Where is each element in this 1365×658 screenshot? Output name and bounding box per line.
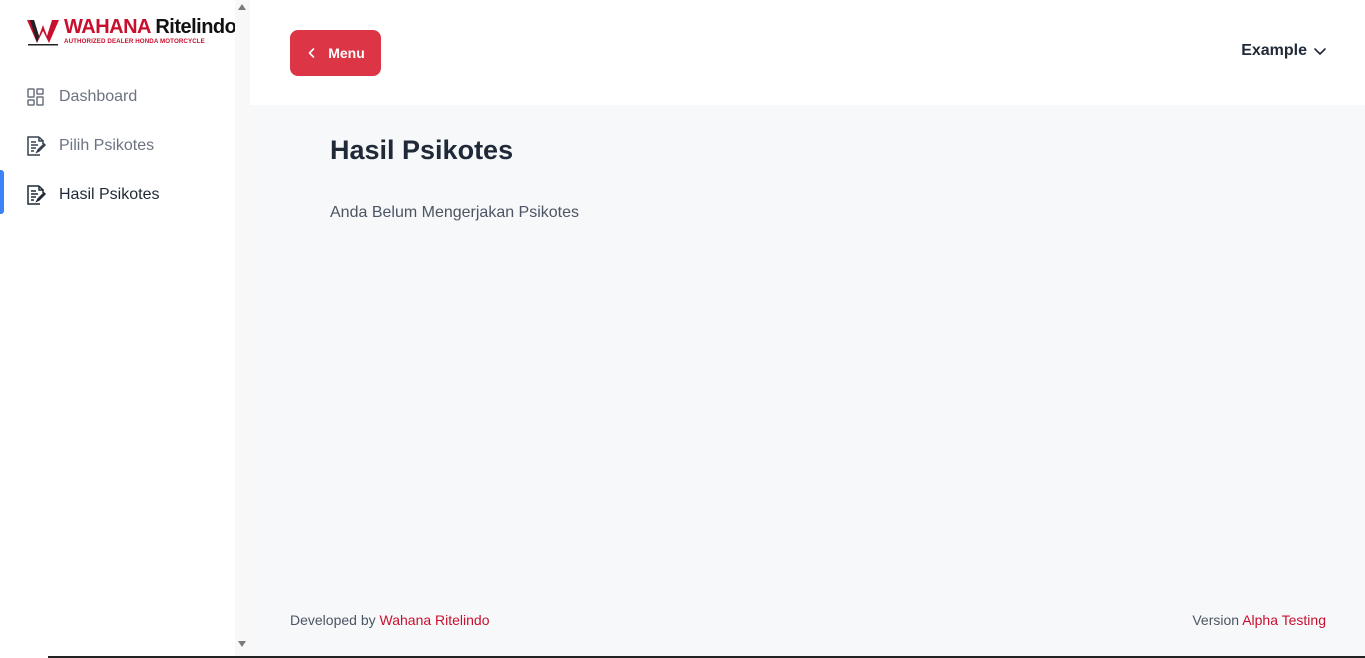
- scroll-down-arrow-icon[interactable]: [238, 641, 246, 647]
- top-header: Menu Example: [250, 0, 1365, 105]
- sidebar-item-label: Pilih Psikotes: [59, 136, 155, 154]
- developed-by-prefix: Developed by: [290, 612, 376, 628]
- brand-name-part1: WAHANA: [64, 16, 151, 38]
- scroll-up-arrow-icon[interactable]: [238, 4, 246, 10]
- brand-name-part2: Ritelindo: [155, 16, 237, 38]
- sidebar-item-pilih-psikotes[interactable]: Pilih Psikotes: [0, 121, 235, 170]
- dashboard-grid-icon: [24, 85, 48, 109]
- sidebar-item-label: Dashboard: [59, 87, 138, 105]
- footer-developed-by: Developed by Wahana Ritelindo: [290, 612, 490, 628]
- main-content: Hasil Psikotes Anda Belum Mengerjakan Ps…: [250, 105, 1365, 658]
- user-name: Example: [1241, 42, 1307, 59]
- page-title: Hasil Psikotes: [330, 135, 514, 165]
- menu-toggle-button[interactable]: Menu: [290, 30, 381, 76]
- empty-state-message: Anda Belum Mengerjakan Psikotes: [330, 204, 580, 221]
- brand-logo[interactable]: WAHANA Ritelindo AUTHORIZED DEALER HONDA…: [24, 15, 237, 49]
- brand-tagline: AUTHORIZED DEALER HONDA MOTORCYCLE: [64, 38, 205, 45]
- sidebar-item-dashboard[interactable]: Dashboard: [0, 72, 235, 121]
- document-edit-icon: [24, 183, 48, 207]
- sidebar-item-hasil-psikotes[interactable]: Hasil Psikotes: [0, 170, 235, 219]
- document-edit-icon: [24, 134, 48, 158]
- version-prefix: Version: [1192, 612, 1240, 628]
- sidebar-item-label: Hasil Psikotes: [59, 185, 160, 203]
- chevron-left-icon: [306, 47, 318, 59]
- developer-link[interactable]: Wahana Ritelindo: [380, 612, 490, 628]
- version-link[interactable]: Alpha Testing: [1242, 612, 1326, 628]
- footer: Developed by Wahana Ritelindo Version Al…: [290, 612, 1326, 628]
- sidebar-nav: Dashboard Pilih Psikotes Hasil Psikotes: [0, 72, 235, 219]
- menu-button-label: Menu: [328, 45, 365, 61]
- chevron-down-icon: [1313, 44, 1327, 58]
- sidebar: WAHANA Ritelindo AUTHORIZED DEALER HONDA…: [0, 0, 237, 658]
- user-dropdown[interactable]: Example: [1241, 42, 1327, 60]
- footer-version: Version Alpha Testing: [1192, 612, 1326, 628]
- sidebar-scrollbar[interactable]: [235, 0, 250, 658]
- wahana-logo-icon: [27, 20, 59, 46]
